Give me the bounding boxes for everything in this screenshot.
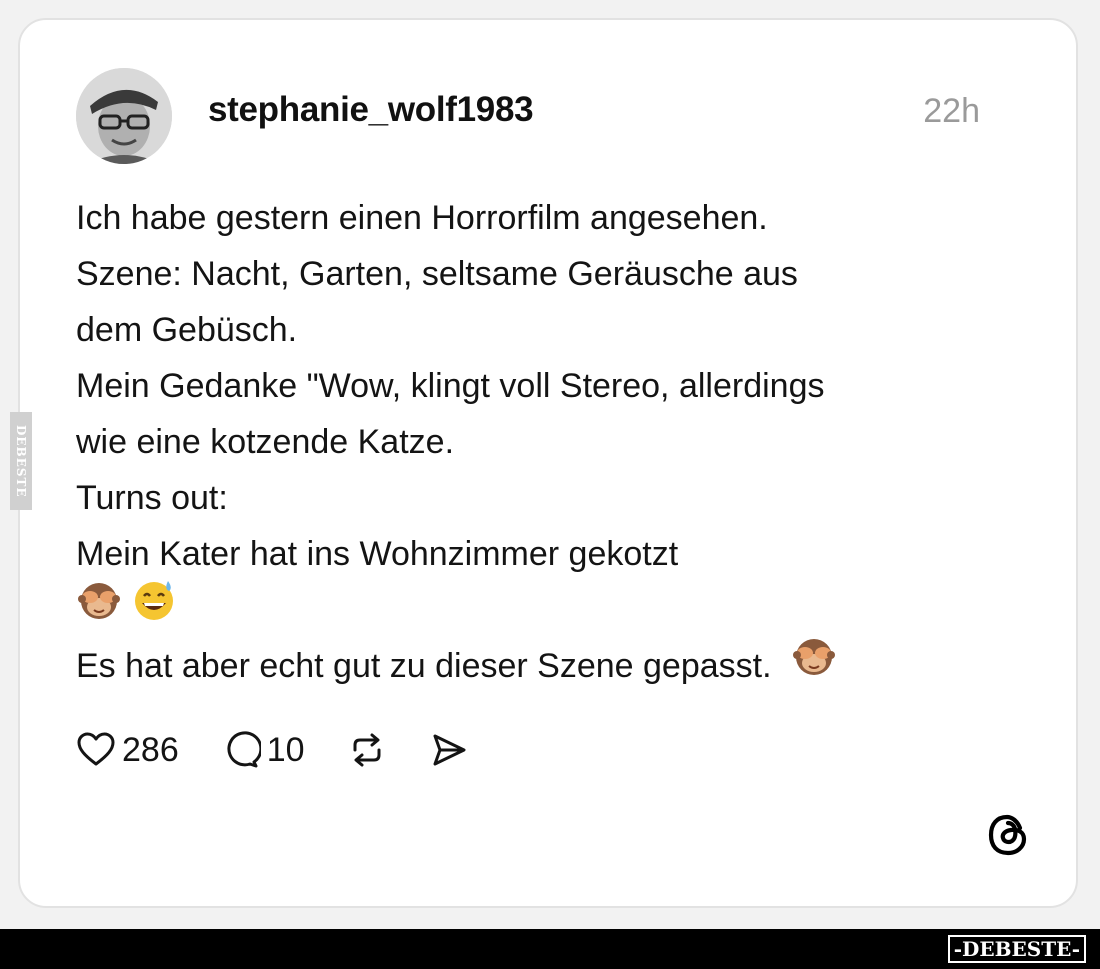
like-button[interactable]: 286 xyxy=(76,730,179,770)
post-line: Turns out: xyxy=(76,479,228,517)
action-bar: 286 10 xyxy=(76,725,511,775)
post-line: Ich habe gestern einen Horrorfilm angese… xyxy=(76,199,768,237)
emoji-line xyxy=(76,580,976,638)
avatar[interactable] xyxy=(76,68,172,164)
see-no-evil-monkey-icon xyxy=(76,577,122,640)
post-line: Es hat aber echt gut zu dieser Szene gep… xyxy=(76,647,772,685)
see-no-evil-monkey-icon xyxy=(791,633,837,696)
repost-button[interactable] xyxy=(347,730,387,770)
repost-icon xyxy=(347,730,387,770)
bottom-watermark: -DEBESTE- xyxy=(947,935,1086,963)
share-icon xyxy=(429,730,469,770)
threads-logo-icon xyxy=(984,811,1032,864)
post-line-last: Es hat aber echt gut zu dieser Szene gep… xyxy=(76,638,976,694)
share-button[interactable] xyxy=(429,730,469,770)
post-body: Ich habe gestern einen Horrorfilm angese… xyxy=(76,190,976,694)
post-line: wie eine kotzende Katze. xyxy=(76,423,455,461)
timestamp: 22h xyxy=(923,92,980,130)
comment-count: 10 xyxy=(266,730,305,769)
post-line: Mein Gedanke "Wow, klingt voll Stereo, a… xyxy=(76,367,825,405)
post-line: dem Gebüsch. xyxy=(76,311,298,349)
comment-icon xyxy=(221,730,261,770)
post-line: Szene: Nacht, Garten, seltsame Geräusche… xyxy=(76,255,798,293)
username[interactable]: stephanie_wolf1983 xyxy=(208,90,534,130)
post-line: Mein Kater hat ins Wohnzimmer gekotzt xyxy=(76,535,679,573)
like-count: 286 xyxy=(122,730,179,769)
heart-icon xyxy=(76,730,116,770)
avatar-image xyxy=(76,68,172,164)
comment-button[interactable]: 10 xyxy=(221,730,305,770)
side-watermark: DEBESTE xyxy=(10,412,32,510)
post-card: stephanie_wolf1983 22h Ich habe gestern … xyxy=(18,18,1078,908)
grinning-face-with-sweat-icon xyxy=(131,577,177,640)
bottom-bar: -DEBESTE- xyxy=(0,929,1100,969)
